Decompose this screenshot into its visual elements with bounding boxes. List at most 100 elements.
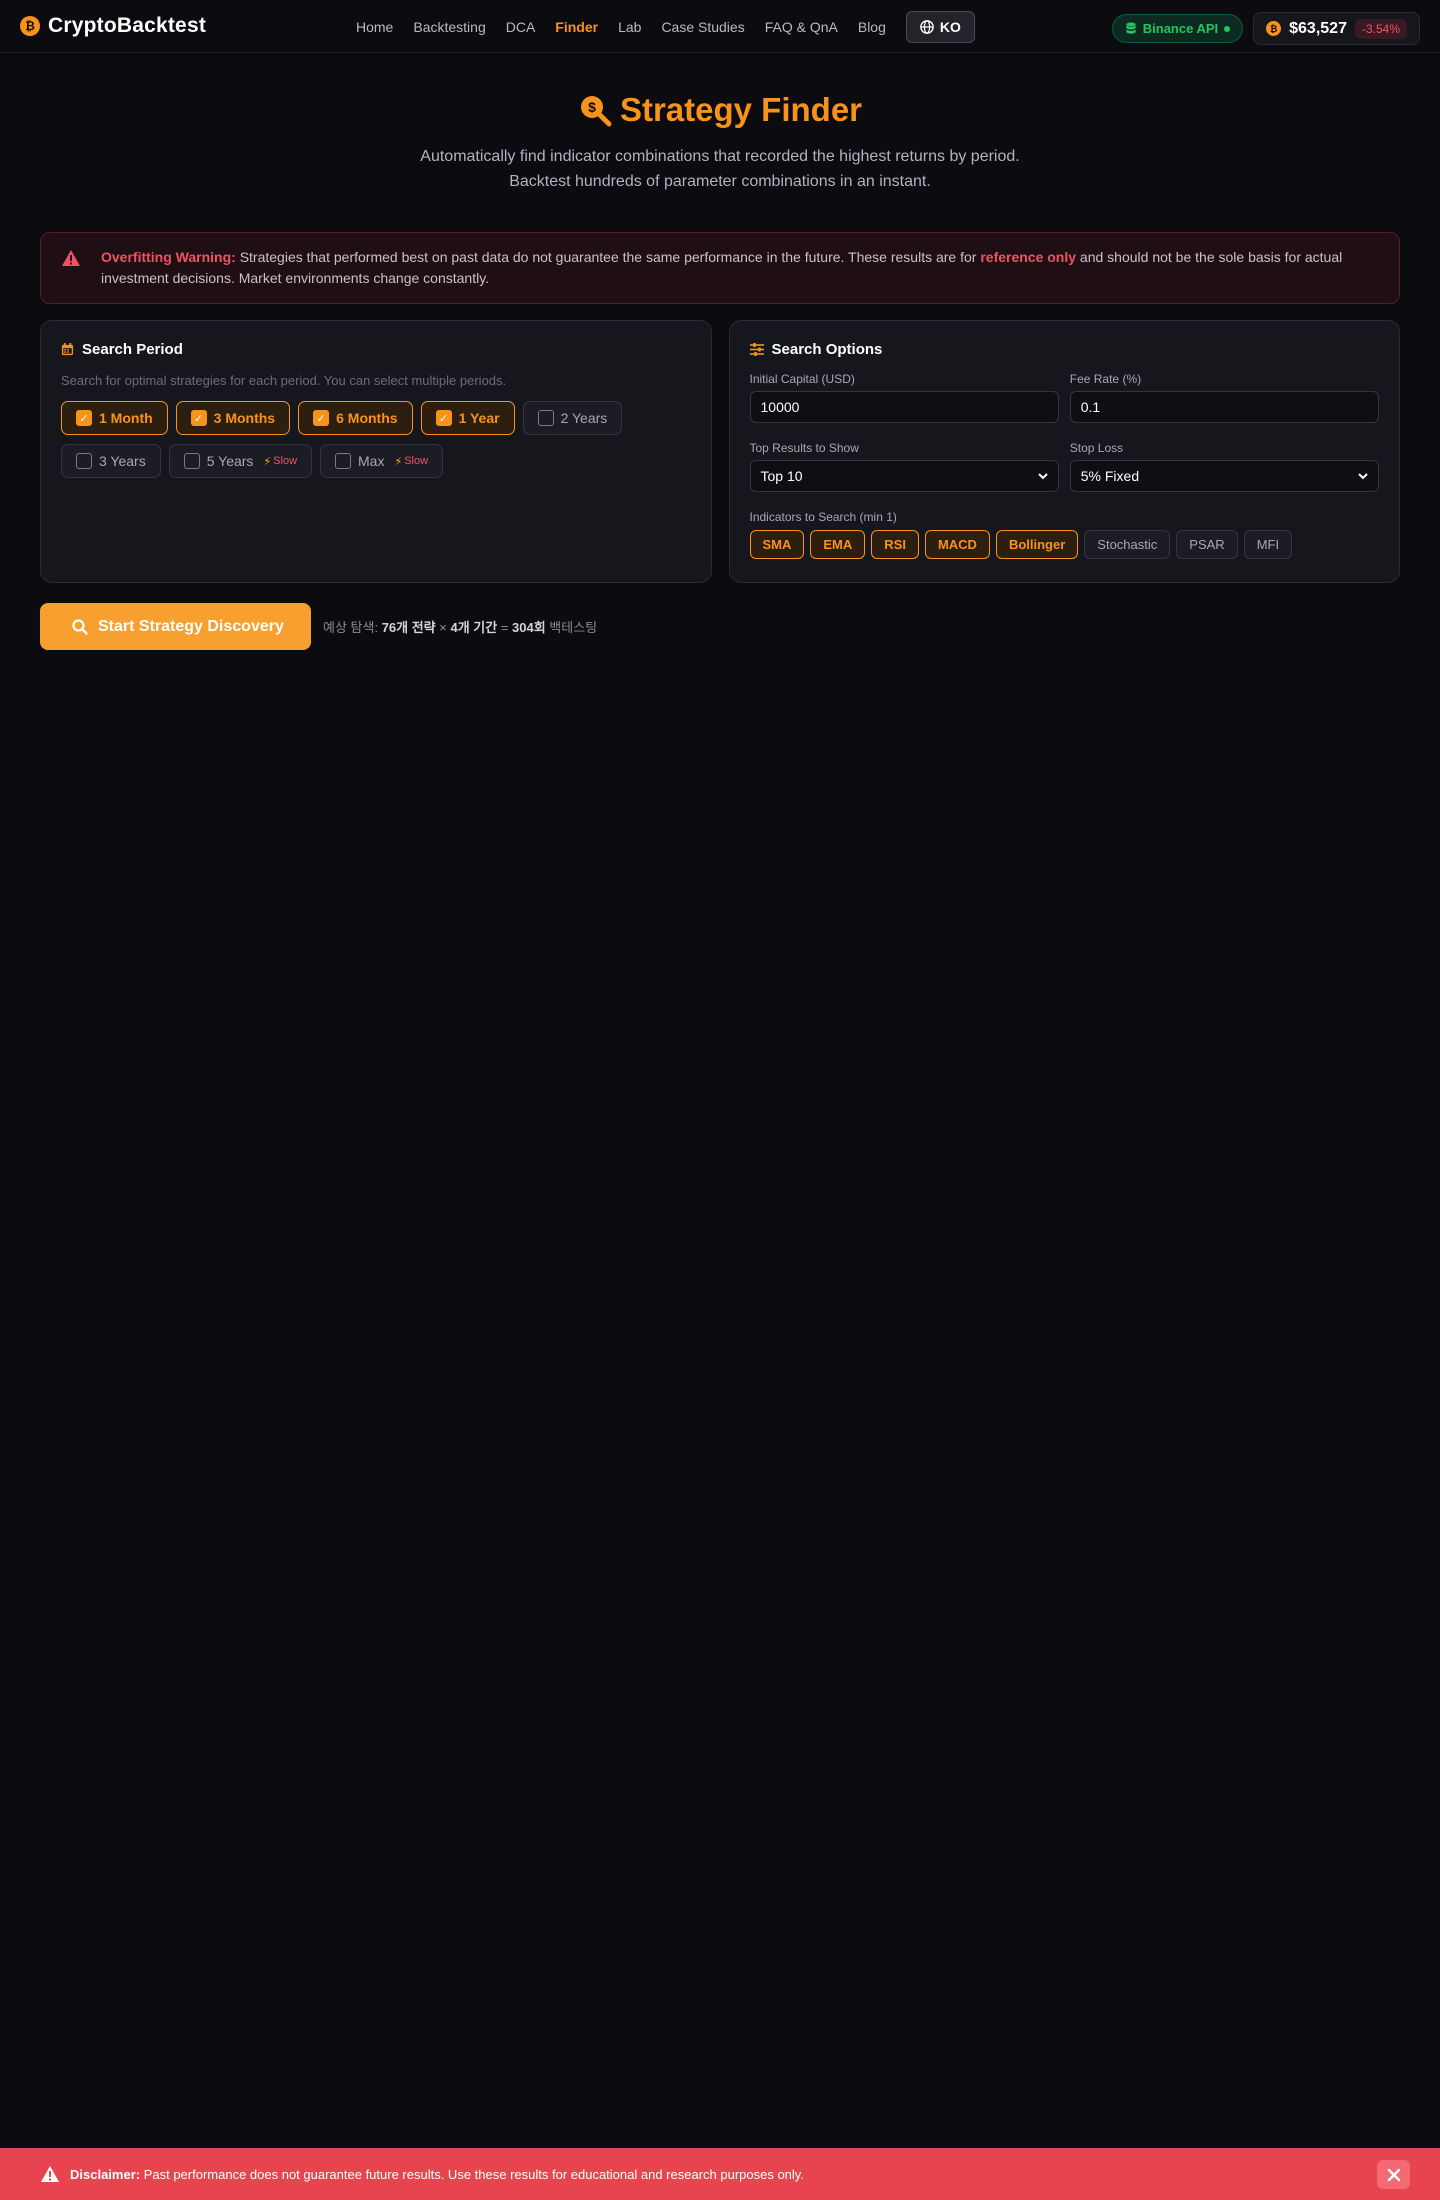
fee-group: Fee Rate (%) 0.1 bbox=[1069, 372, 1379, 441]
bitcoin-icon: ₿ bbox=[20, 16, 40, 36]
subtitle-line-1: Automatically find indicator combination… bbox=[420, 148, 1020, 165]
top-results-label: Top Results to Show bbox=[749, 441, 859, 455]
stop-loss-label: Stop Loss bbox=[1069, 441, 1124, 455]
svg-text:$: $ bbox=[588, 99, 596, 115]
panel-header: Search Options bbox=[749, 341, 1380, 358]
indicator-macd[interactable]: MACD bbox=[924, 530, 990, 559]
warning-highlight: reference only bbox=[980, 249, 1077, 265]
indicator-options: SMA EMA RSI MACD Bollinger Stochastic PS… bbox=[749, 530, 1380, 559]
page-subtitle: Automatically find indicator combination… bbox=[0, 144, 1440, 194]
lightning-icon: ⚡ bbox=[394, 455, 403, 468]
checkbox-unchecked[interactable] bbox=[335, 453, 352, 469]
period-5-years[interactable]: 5 Years ⚡ Slow bbox=[168, 444, 313, 478]
nav-link-lab[interactable]: Lab bbox=[618, 19, 641, 35]
period-3-months[interactable]: ✓ 3 Months bbox=[175, 401, 291, 435]
period-3-years[interactable]: 3 Years bbox=[61, 444, 161, 478]
indicator-rsi[interactable]: RSI bbox=[871, 530, 919, 559]
database-icon bbox=[1126, 22, 1136, 34]
initial-capital-input[interactable]: 10000 bbox=[749, 391, 1059, 423]
sliders-icon bbox=[749, 343, 764, 356]
estimate-prefix: 예상 탐색: bbox=[323, 620, 382, 635]
period-label: 3 Years bbox=[99, 453, 146, 469]
top-results-group: Top Results to Show Top 10 bbox=[749, 441, 1059, 510]
period-label: Max bbox=[358, 453, 385, 469]
estimate-equals: = bbox=[497, 620, 513, 635]
estimate-periods: 4개 기간 bbox=[450, 620, 498, 635]
calendar-icon bbox=[61, 343, 74, 356]
period-label: 3 Months bbox=[213, 410, 276, 426]
checkbox-unchecked[interactable] bbox=[537, 410, 554, 426]
indicator-mfi[interactable]: MFI bbox=[1243, 530, 1293, 559]
nav-link-dca[interactable]: DCA bbox=[506, 19, 536, 35]
logo-text: CryptoBacktest bbox=[48, 14, 207, 37]
checkbox-unchecked[interactable] bbox=[183, 453, 200, 469]
indicator-sma[interactable]: SMA bbox=[749, 530, 805, 559]
api-label: Binance API bbox=[1142, 21, 1219, 36]
indicator-bollinger[interactable]: Bollinger bbox=[995, 530, 1079, 559]
nav-link-blog[interactable]: Blog bbox=[858, 19, 886, 35]
start-discovery-button[interactable]: Start Strategy Discovery bbox=[40, 603, 311, 650]
period-max[interactable]: Max ⚡ Slow bbox=[320, 444, 444, 478]
estimate-strategies: 76개 전략 bbox=[381, 620, 436, 635]
period-1-month[interactable]: ✓ 1 Month bbox=[61, 401, 168, 435]
stop-loss-select[interactable]: 5% Fixed bbox=[1069, 460, 1379, 492]
close-icon bbox=[1387, 2168, 1400, 2181]
disclaimer-body: Past performance does not guarantee futu… bbox=[140, 2166, 804, 2182]
estimate-total: 304회 bbox=[512, 620, 546, 635]
search-icon bbox=[72, 618, 88, 635]
disclaimer-text: Disclaimer: Past performance does not gu… bbox=[70, 2167, 804, 2182]
slow-label: Slow bbox=[404, 455, 429, 467]
checkbox-checked[interactable]: ✓ bbox=[190, 410, 207, 426]
slow-badge: ⚡ Slow bbox=[394, 455, 428, 468]
warning-icon bbox=[41, 2166, 59, 2182]
nav-link-faq[interactable]: FAQ & QnA bbox=[765, 19, 838, 35]
capital-label: Initial Capital (USD) bbox=[749, 372, 855, 386]
action-row: Start Strategy Discovery 예상 탐색: 76개 전략 ×… bbox=[40, 603, 1400, 650]
settings-panels: Search Period Search for optimal strateg… bbox=[40, 320, 1400, 583]
indicator-ema[interactable]: EMA bbox=[810, 530, 866, 559]
nav-link-backtesting[interactable]: Backtesting bbox=[413, 19, 485, 35]
period-options: ✓ 1 Month ✓ 3 Months ✓ 6 Months ✓ 1 Year… bbox=[61, 401, 691, 478]
period-1-year[interactable]: ✓ 1 Year bbox=[420, 401, 515, 435]
checkbox-checked[interactable]: ✓ bbox=[435, 410, 452, 426]
fee-rate-input[interactable]: 0.1 bbox=[1069, 391, 1379, 423]
top-navbar: ₿ CryptoBacktest Home Backtesting DCA Fi… bbox=[0, 0, 1440, 53]
stop-loss-group: Stop Loss 5% Fixed bbox=[1069, 441, 1379, 510]
slow-label: Slow bbox=[273, 455, 298, 467]
price-change-badge: -3.54% bbox=[1354, 18, 1407, 39]
period-2-years[interactable]: 2 Years bbox=[522, 401, 623, 435]
disclaimer-label: Disclaimer: bbox=[70, 2166, 141, 2182]
close-disclaimer-button[interactable] bbox=[1377, 2160, 1410, 2189]
top-results-select[interactable]: Top 10 bbox=[749, 460, 1059, 492]
search-estimate: 예상 탐색: 76개 전략 × 4개 기간 = 304회 백테스팅 bbox=[323, 617, 597, 636]
warning-icon bbox=[62, 250, 80, 266]
search-dollar-icon: $ bbox=[580, 96, 612, 127]
indicator-psar[interactable]: PSAR bbox=[1176, 530, 1238, 559]
panel-title: Search Period bbox=[82, 341, 183, 358]
api-status-badge[interactable]: Binance API bbox=[1111, 14, 1244, 43]
globe-icon bbox=[920, 19, 934, 34]
nav-link-finder[interactable]: Finder bbox=[555, 19, 598, 35]
overfitting-warning: Overfitting Warning: Strategies that per… bbox=[40, 232, 1400, 304]
period-label: 1 Month bbox=[99, 410, 153, 426]
nav-link-case-studies[interactable]: Case Studies bbox=[661, 19, 744, 35]
checkbox-unchecked[interactable] bbox=[76, 453, 92, 469]
capital-group: Initial Capital (USD) 10000 bbox=[749, 372, 1059, 441]
panel-header: Search Period bbox=[61, 341, 691, 358]
panel-title: Search Options bbox=[771, 341, 883, 358]
language-label: KO bbox=[939, 18, 961, 35]
checkbox-checked[interactable]: ✓ bbox=[76, 410, 92, 426]
nav-link-home[interactable]: Home bbox=[356, 19, 393, 35]
btc-price-ticker[interactable]: ₿ $63,527 -3.54% bbox=[1253, 12, 1420, 45]
indicator-stochastic[interactable]: Stochastic bbox=[1084, 530, 1171, 559]
checkbox-checked[interactable]: ✓ bbox=[313, 410, 330, 426]
period-6-months[interactable]: ✓ 6 Months bbox=[298, 401, 413, 435]
options-grid: Initial Capital (USD) 10000 Fee Rate (%)… bbox=[749, 372, 1379, 510]
status-dot bbox=[1224, 25, 1231, 32]
warning-text-1: Strategies that performed best on past d… bbox=[235, 249, 981, 265]
language-button[interactable]: KO bbox=[905, 10, 975, 43]
bitcoin-icon: ₿ bbox=[1266, 21, 1282, 36]
period-label: 5 Years bbox=[206, 453, 254, 469]
page-title-text: Strategy Finder bbox=[619, 91, 863, 128]
logo[interactable]: ₿ CryptoBacktest bbox=[20, 14, 206, 38]
